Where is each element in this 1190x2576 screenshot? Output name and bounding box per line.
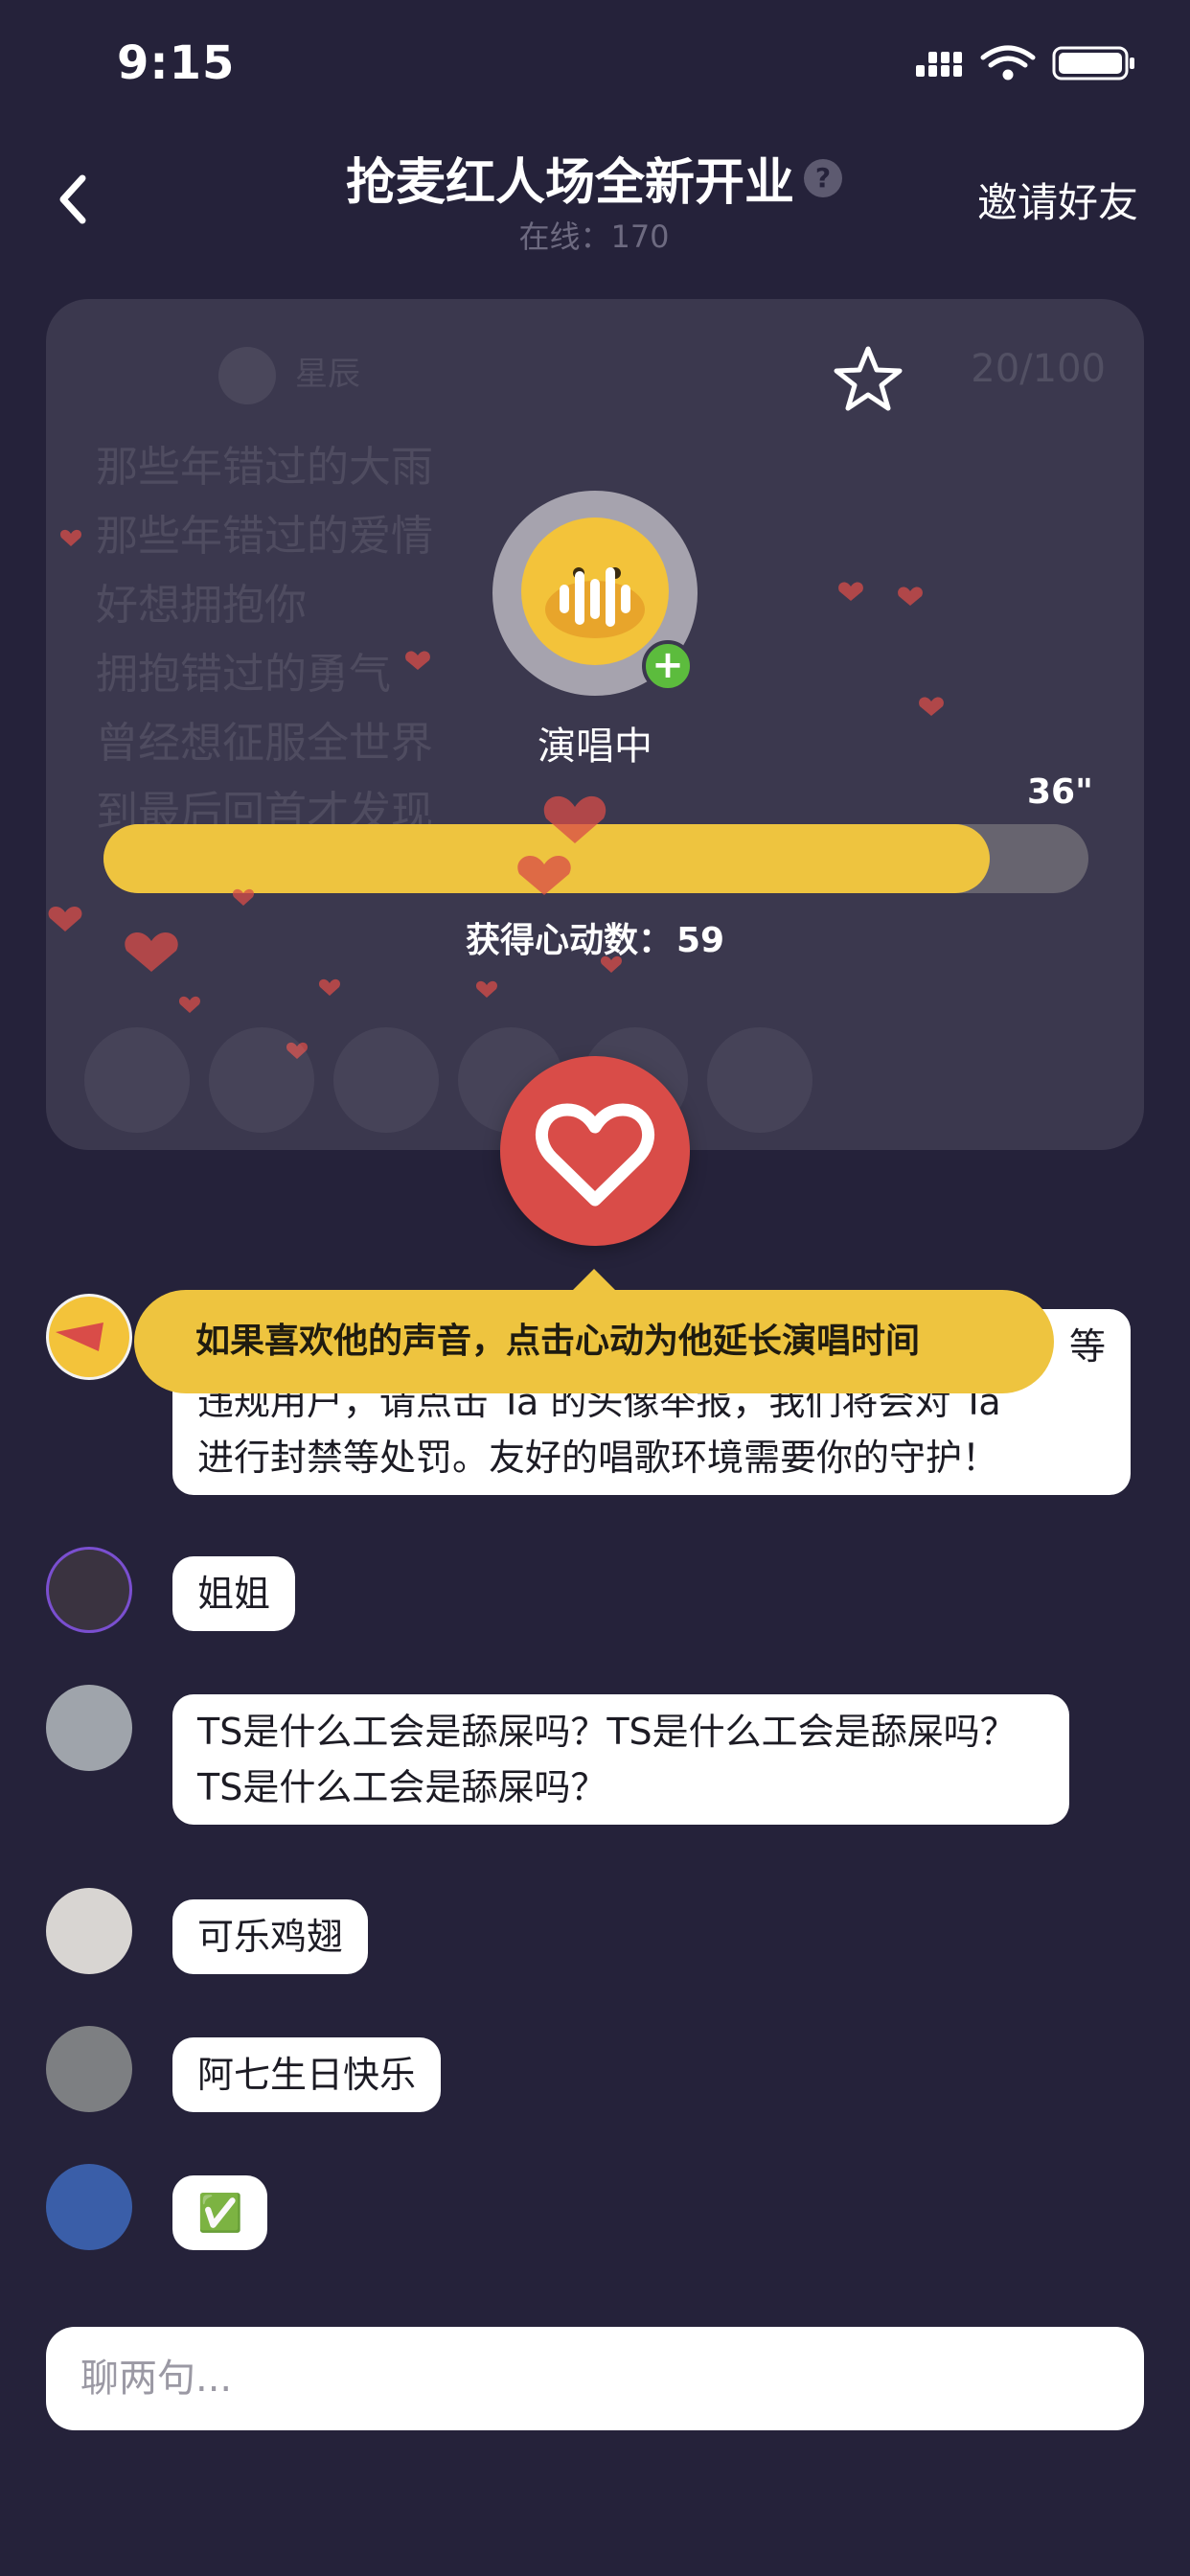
floating-hearts [48, 529, 944, 1059]
heart-particle [179, 996, 200, 1013]
invite-friends-button[interactable]: 邀请好友 [977, 171, 1138, 229]
battery-icon [1052, 46, 1134, 80]
heart-particle [319, 978, 340, 996]
audience-avatar[interactable] [209, 1027, 314, 1133]
chevron-left-icon [59, 174, 86, 224]
heart-particle [601, 955, 622, 973]
message-avatar[interactable] [46, 2164, 132, 2250]
heart-particle [60, 529, 81, 546]
signal-icon [916, 52, 962, 77]
audience-avatars [84, 1027, 870, 1133]
status-icons [916, 45, 1134, 80]
message-avatar[interactable] [46, 1547, 132, 1633]
heart-particle [233, 888, 254, 906]
message-bubble: ✅ [172, 2175, 268, 2250]
heart-particle [125, 932, 178, 972]
message-bubble: 姐姐 [172, 1556, 296, 1631]
message-avatar[interactable] [46, 1294, 132, 1380]
chat-input[interactable] [46, 2327, 1144, 2430]
wifi-icon [980, 45, 1036, 80]
message-text: 进行封禁等处罚。友好的唱歌环境需要你的守护！ [197, 1437, 999, 1479]
audience-avatar[interactable] [707, 1027, 812, 1133]
room-title: 抢麦红人场全新开业 [345, 154, 794, 212]
message-avatar[interactable] [46, 1685, 132, 1771]
room-header: 抢麦红人场全新开业? [287, 142, 901, 214]
heart-particle [476, 980, 497, 998]
message-bubble: TS是什么工会是舔屎吗？TS是什么工会是舔屎吗？TS是什么工会是舔屎吗？ [172, 1694, 1069, 1825]
heart-particle [898, 586, 923, 606]
audience-avatar[interactable] [84, 1027, 190, 1133]
heart-particle [517, 856, 571, 895]
online-count: 在线：170 [518, 218, 670, 255]
like-hint-tooltip: 如果喜欢他的声音，点击心动为他延长演唱时间 [134, 1290, 1054, 1393]
stage-card: 星辰 20/100 那些年错过的大雨 那些年错过的爱情 好想拥抱你 拥抱错过的勇… [46, 299, 1144, 1150]
heart-particle [405, 651, 430, 670]
heart-particle [543, 795, 606, 843]
duck-mascot-icon [49, 1297, 129, 1377]
heart-particle [919, 697, 944, 716]
message-bubble: 可乐鸡翅 [172, 1899, 369, 1974]
heart-icon [536, 1103, 654, 1207]
heart-particles [48, 529, 944, 1059]
message-avatar[interactable] [46, 1888, 132, 1974]
audience-avatar[interactable] [333, 1027, 439, 1133]
status-time: 9:15 [117, 36, 236, 90]
heart-particle [48, 906, 82, 932]
message-bubble: 阿七生日快乐 [172, 2037, 442, 2112]
heartbeat-like-button[interactable] [500, 1056, 690, 1246]
message-avatar[interactable] [46, 2026, 132, 2112]
heart-particle [838, 582, 863, 601]
back-button[interactable] [38, 161, 115, 238]
help-icon[interactable]: ? [804, 158, 842, 197]
